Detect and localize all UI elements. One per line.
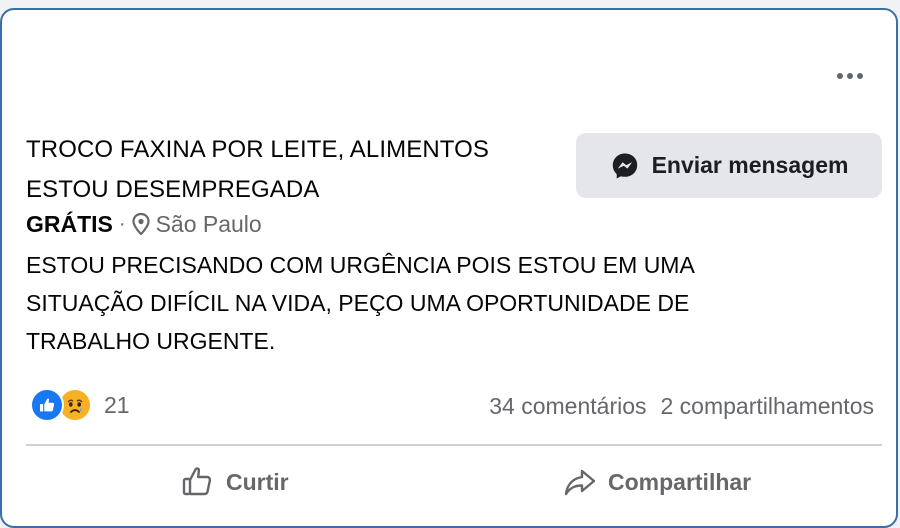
listing-title: TROCO FAXINA POR LEITE, ALIMENTOS ESTOU … [26, 130, 556, 210]
comments-count[interactable]: 34 comentários [489, 393, 646, 420]
send-message-button[interactable]: Enviar mensagem [576, 133, 882, 198]
more-dot [857, 73, 863, 79]
listing-description: ESTOU PRECISANDO COM URGÊNCIA POIS ESTOU… [26, 246, 876, 360]
map-pin-icon [131, 213, 150, 235]
messenger-icon [610, 151, 640, 181]
share-arrow-icon [562, 464, 598, 500]
more-dot [847, 73, 853, 79]
reactions-summary[interactable]: 21 [30, 386, 130, 424]
description-line-1: ESTOU PRECISANDO COM URGÊNCIA POIS ESTOU… [26, 252, 695, 278]
engagement-stats: 34 comentários 2 compartilhamentos [489, 388, 874, 424]
more-options-icon[interactable] [830, 64, 870, 88]
like-label: Curtir [226, 468, 289, 495]
share-label: Compartilhar [608, 468, 752, 495]
like-reaction-icon [30, 388, 64, 422]
marketplace-post-card: TROCO FAXINA POR LEITE, ALIMENTOS ESTOU … [0, 8, 898, 528]
send-message-label: Enviar mensagem [651, 152, 849, 178]
thumbs-up-icon [180, 464, 216, 500]
more-dot [837, 73, 843, 79]
listing-price: GRÁTIS [26, 210, 113, 237]
like-button[interactable]: Curtir [180, 458, 289, 506]
listing-title-line-1: TROCO FAXINA POR LEITE, ALIMENTOS [26, 136, 489, 163]
shares-count[interactable]: 2 compartilhamentos [661, 393, 875, 420]
separator-dot: · [118, 212, 126, 235]
description-line-2: SITUAÇÃO DIFÍCIL NA VIDA, PEÇO UMA OPORT… [26, 290, 690, 316]
listing-title-line-2: ESTOU DESEMPREGADA [26, 176, 320, 203]
reaction-count: 21 [104, 391, 130, 418]
price-location-row: GRÁTIS · São Paulo [26, 207, 262, 241]
share-button[interactable]: Compartilhar [562, 458, 751, 506]
listing-location[interactable]: São Paulo [156, 211, 262, 238]
description-line-3: TRABALHO URGENTE. [26, 328, 276, 354]
actions-divider [26, 444, 882, 446]
